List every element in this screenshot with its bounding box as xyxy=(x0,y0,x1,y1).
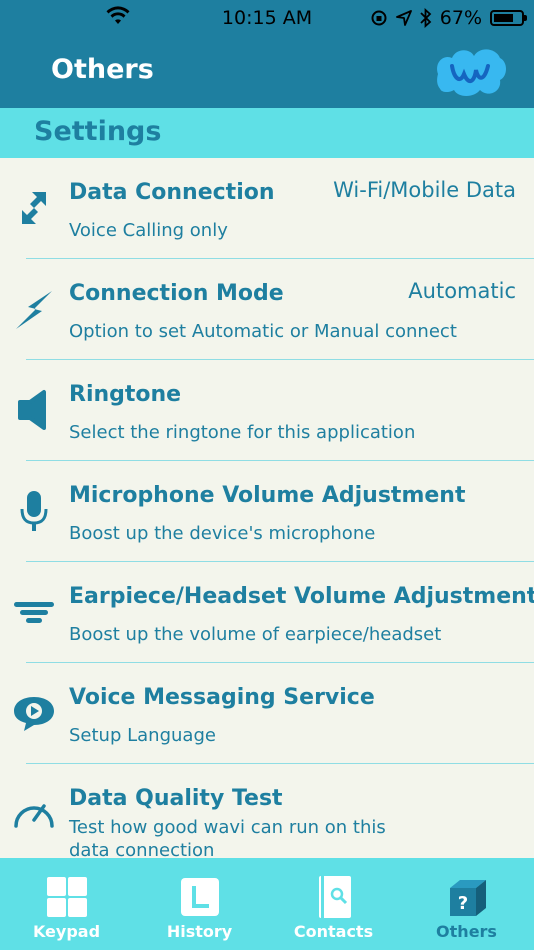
section-header: Settings xyxy=(0,108,534,158)
settings-item-subtitle: Boost up the device's microphone xyxy=(69,523,376,544)
settings-item-title: Data Quality Test xyxy=(69,786,283,811)
settings-item-subtitle: Voice Calling only xyxy=(69,220,228,241)
lightning-icon xyxy=(10,285,58,333)
settings-item-subtitle: Boost up the volume of earpiece/headset xyxy=(69,624,442,645)
nav-bar: Others xyxy=(0,36,534,108)
tab-label: Keypad xyxy=(32,922,101,941)
settings-item-title: Data Connection xyxy=(69,180,275,205)
microphone-icon xyxy=(10,487,58,535)
contacts-icon xyxy=(318,876,351,918)
tab-others[interactable]: ? Others xyxy=(400,858,533,950)
settings-item-title: Ringtone xyxy=(69,382,182,407)
settings-item-voice-messaging[interactable]: Voice Messaging Service Setup Language xyxy=(14,663,534,764)
tab-label: Others xyxy=(436,922,497,941)
section-title: Settings xyxy=(34,116,162,147)
location-icon xyxy=(395,10,412,26)
settings-item-title: Earpiece/Headset Volume Adjustment xyxy=(69,584,534,609)
status-bar: 10:15 AM 67% xyxy=(0,0,534,36)
keypad-icon xyxy=(46,877,87,917)
wavi-logo-icon xyxy=(437,49,506,96)
voice-message-icon xyxy=(10,689,58,737)
others-icon: ? xyxy=(449,880,486,916)
tab-contacts[interactable]: Contacts xyxy=(267,858,400,950)
settings-item-title: Microphone Volume Adjustment xyxy=(69,483,466,508)
settings-item-microphone-volume[interactable]: Microphone Volume Adjustment Boost up th… xyxy=(20,461,534,562)
settings-item-subtitle: Test how good wavi can run on this data … xyxy=(69,817,386,858)
settings-list: Data Connection Voice Calling only Wi-Fi… xyxy=(0,158,534,858)
arrows-icon xyxy=(10,184,58,232)
tab-keypad[interactable]: Keypad xyxy=(0,858,133,950)
settings-item-value: Wi-Fi/Mobile Data xyxy=(333,178,516,202)
history-icon xyxy=(180,878,219,916)
settings-item-data-connection[interactable]: Data Connection Voice Calling only Wi-Fi… xyxy=(22,158,534,259)
settings-item-ringtone[interactable]: Ringtone Select the ringtone for this ap… xyxy=(18,360,534,461)
volume-bars-icon xyxy=(10,588,58,636)
settings-item-title: Connection Mode xyxy=(69,281,284,306)
orientation-lock-icon xyxy=(371,10,387,26)
battery-icon xyxy=(490,10,527,26)
speaker-icon xyxy=(10,386,58,434)
tab-label: History xyxy=(166,922,233,941)
speedometer-icon xyxy=(10,790,58,838)
tab-bar: Keypad History Contacts ? Others xyxy=(0,858,534,950)
settings-item-value: Automatic xyxy=(408,279,516,303)
bluetooth-icon xyxy=(420,8,432,28)
settings-item-earpiece-volume[interactable]: Earpiece/Headset Volume Adjustment Boost… xyxy=(14,562,534,663)
battery-percent: 67% xyxy=(439,7,482,29)
settings-item-data-quality-test[interactable]: Data Quality Test Test how good wavi can… xyxy=(14,764,534,858)
settings-item-title: Voice Messaging Service xyxy=(69,685,375,710)
settings-item-subtitle: Setup Language xyxy=(69,725,216,746)
svg-text:?: ? xyxy=(457,893,467,914)
tab-history[interactable]: History xyxy=(133,858,266,950)
tab-label: Contacts xyxy=(293,922,374,941)
settings-item-connection-mode[interactable]: Connection Mode Option to set Automatic … xyxy=(16,259,534,360)
settings-item-subtitle: Select the ringtone for this application xyxy=(69,422,416,443)
settings-item-subtitle: Option to set Automatic or Manual connec… xyxy=(69,321,457,342)
page-title: Others xyxy=(51,54,154,85)
